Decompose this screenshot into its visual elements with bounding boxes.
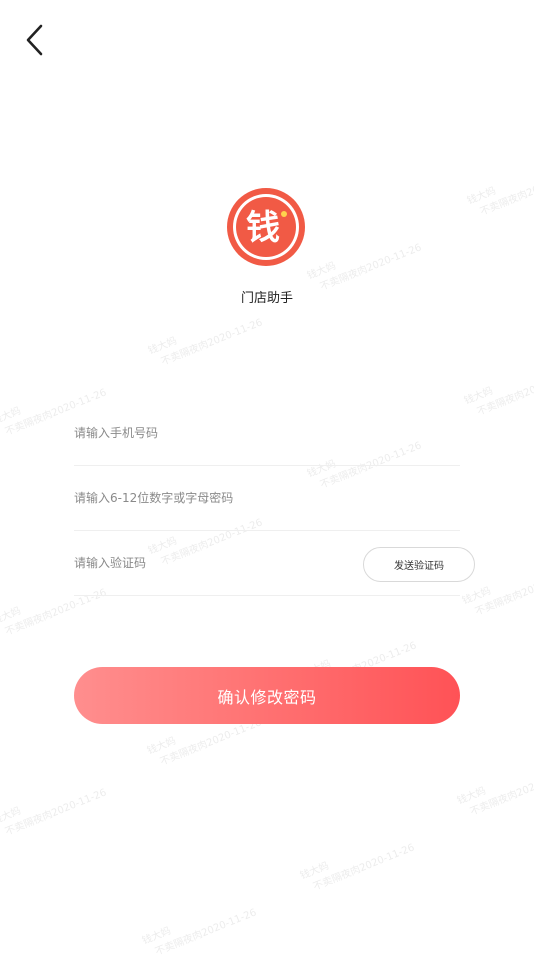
- send-code-button[interactable]: 发送验证码: [363, 547, 475, 582]
- watermark: 钱大妈不卖隔夜肉2020-11-26: [465, 167, 534, 218]
- back-button[interactable]: [14, 20, 54, 60]
- watermark: 钱大妈不卖隔夜肉2020-11-26: [298, 842, 417, 893]
- watermark: 钱大妈不卖隔夜肉2020-11-26: [146, 317, 265, 368]
- verification-code-input[interactable]: [74, 556, 294, 570]
- app-logo: 钱: [226, 187, 306, 267]
- password-input[interactable]: [74, 491, 334, 505]
- watermark: 钱大妈不卖隔夜肉2020-11-26: [140, 907, 259, 958]
- confirm-change-password-button[interactable]: 确认修改密码: [74, 667, 460, 724]
- password-field: [74, 466, 460, 531]
- watermark: 钱大妈不卖隔夜肉2020-11-26: [0, 787, 109, 838]
- watermark: 钱大妈不卖隔夜肉2020-11-26: [455, 767, 534, 818]
- chevron-left-icon: [26, 24, 43, 56]
- phone-input[interactable]: [74, 426, 334, 440]
- app-name: 门店助手: [240, 291, 293, 306]
- logo-character: 钱: [246, 208, 280, 248]
- phone-field: [74, 401, 460, 466]
- watermark: 钱大妈不卖隔夜肉2020-11-26: [462, 367, 534, 418]
- verification-code-field: 发送验证码: [74, 531, 475, 596]
